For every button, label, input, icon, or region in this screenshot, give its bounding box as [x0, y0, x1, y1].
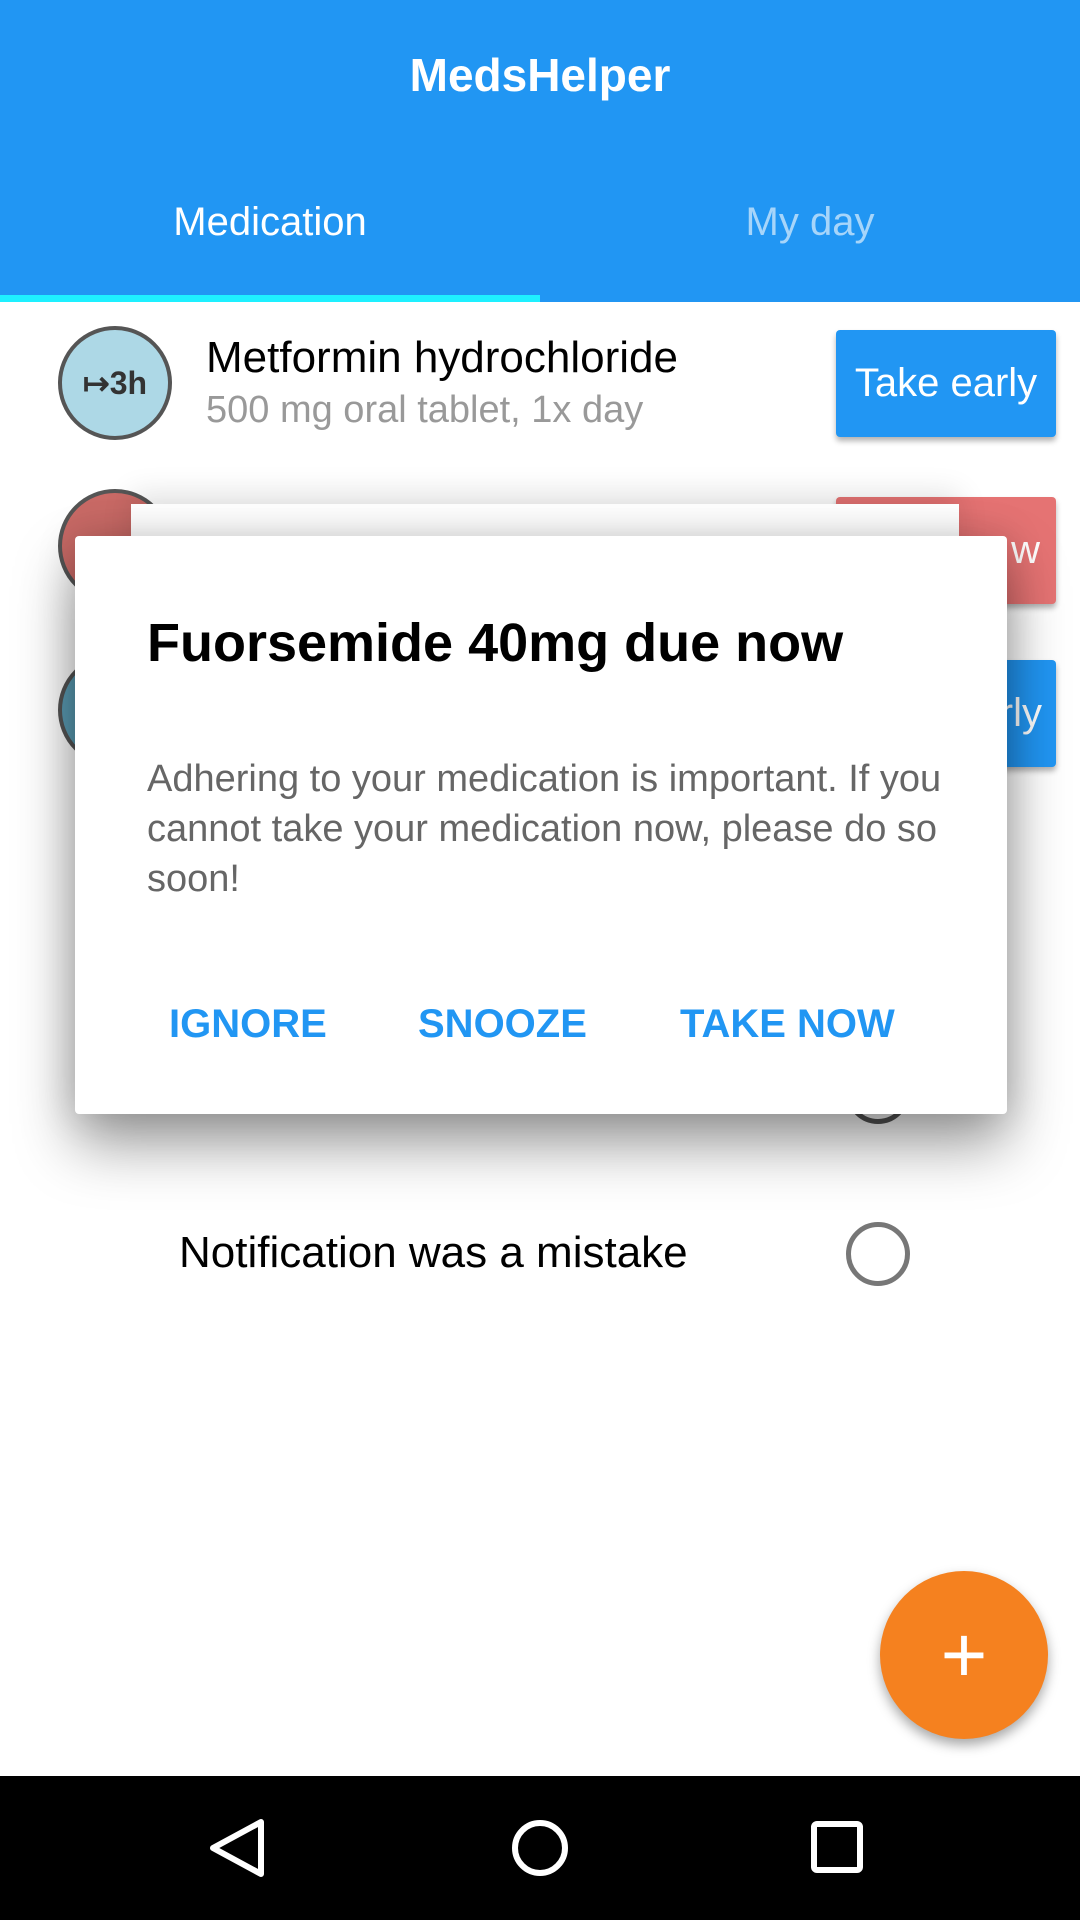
back-icon[interactable] — [205, 1816, 269, 1880]
app-title: MedsHelper — [409, 49, 671, 101]
dialog-message: Adhering to your medication is important… — [147, 758, 942, 900]
medication-detail: 500 mg oral tablet, 1x day — [206, 389, 644, 431]
take-early-button[interactable]: Take early — [836, 330, 1056, 437]
plus-icon: + — [940, 1610, 988, 1699]
option-label: Notification was a mistake — [179, 1228, 688, 1277]
ignore-button[interactable]: IGNORE — [169, 1002, 327, 1047]
reminder-dialog: Fuorsemide 40mg due now Adhering to your… — [75, 536, 1007, 1114]
add-medication-button[interactable]: + — [880, 1571, 1048, 1739]
system-nav-bar — [0, 1776, 1080, 1920]
dialog-title: Fuorsemide 40mg due now — [147, 613, 844, 673]
snooze-button[interactable]: SNOOZE — [418, 1002, 587, 1047]
home-icon[interactable] — [508, 1816, 572, 1880]
tab-indicator — [0, 295, 540, 302]
time-badge: ↦3h — [58, 326, 172, 440]
tab-my-day[interactable]: My day — [540, 200, 1080, 245]
button-label: w — [1011, 528, 1040, 572]
app-bar: MedsHelper Medication My day — [0, 0, 1080, 302]
recents-icon[interactable] — [808, 1818, 868, 1878]
take-now-button[interactable]: TAKE NOW — [680, 1002, 895, 1047]
medication-name: Metformin hydrochloride — [206, 333, 678, 382]
mistake-radio-button[interactable] — [846, 1222, 910, 1286]
tab-medication[interactable]: Medication — [0, 200, 540, 245]
